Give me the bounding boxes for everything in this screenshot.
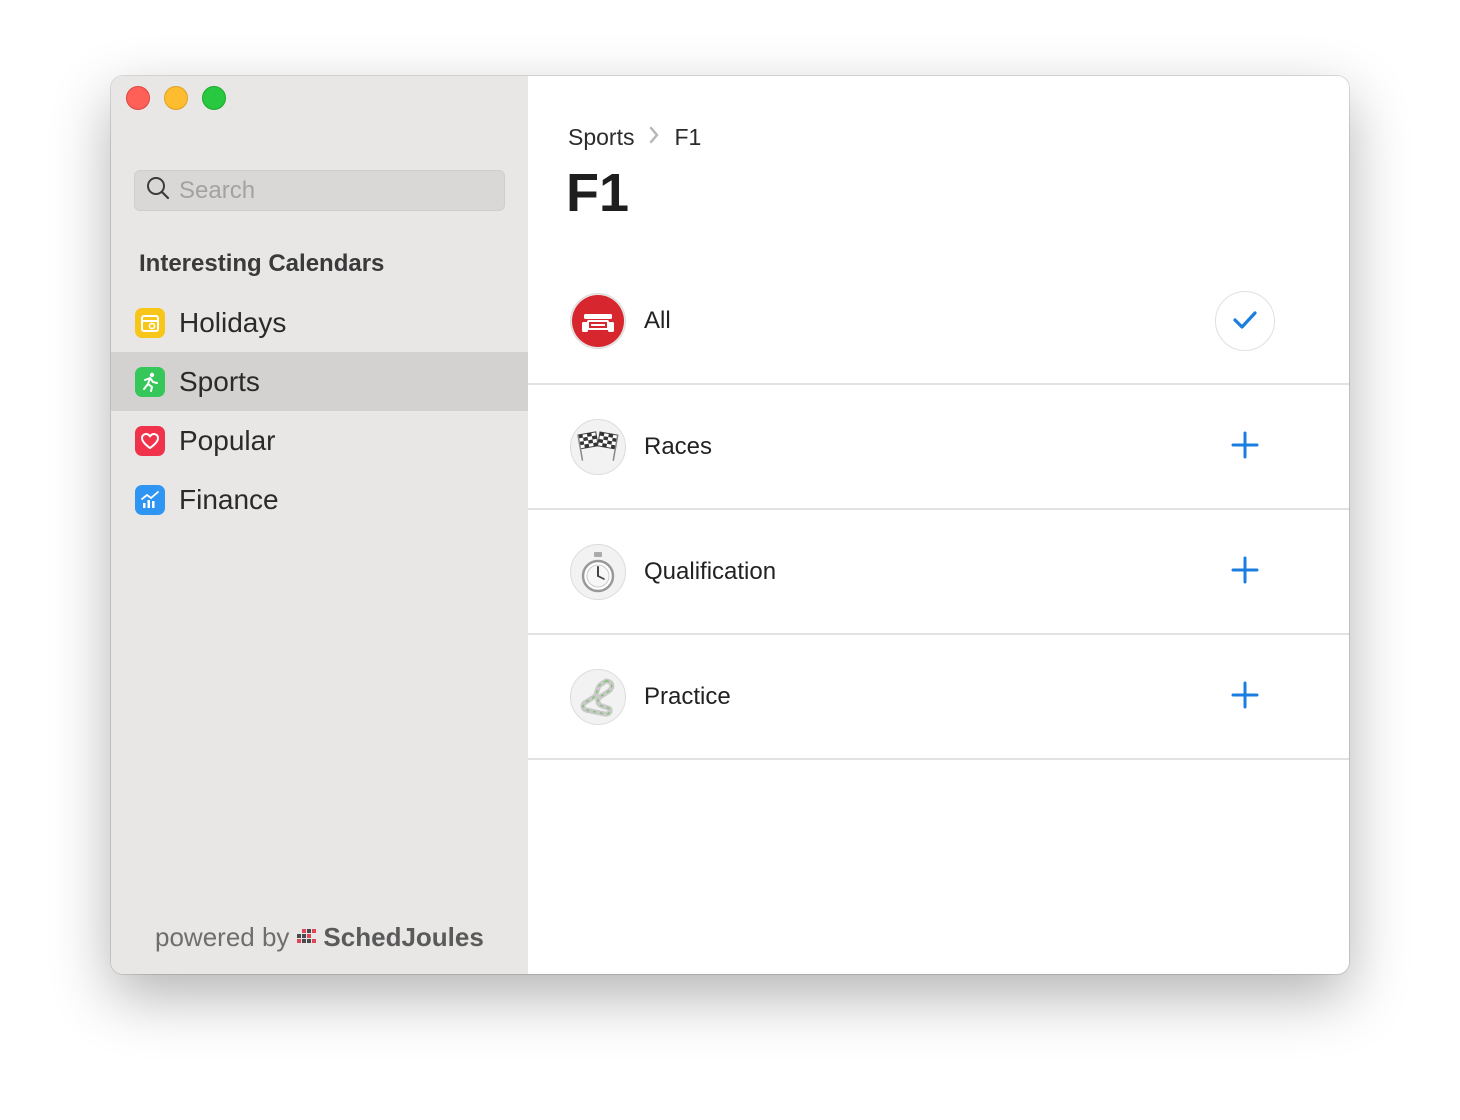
powered-by-footer: powered by SchedJoules	[155, 922, 484, 953]
checkered-flags-icon	[570, 418, 626, 475]
calendar-row-label: All	[644, 307, 671, 334]
add-calendar-button[interactable]	[1215, 542, 1275, 602]
schedjoules-logo-icon	[295, 922, 317, 953]
popular-icon	[135, 425, 165, 456]
brand-name: SchedJoules	[323, 922, 484, 952]
plus-icon	[1230, 555, 1260, 588]
calendar-row-practice[interactable]: Practice	[528, 635, 1349, 760]
calendar-row-all[interactable]: All	[528, 259, 1349, 385]
holidays-icon	[135, 307, 165, 338]
breadcrumb-parent[interactable]: Sports	[568, 124, 634, 151]
minimize-window-button[interactable]	[164, 86, 188, 110]
main-content: Sports F1 F1 All Races Qualification Pra…	[528, 76, 1349, 974]
calendar-row-label: Races	[644, 432, 713, 460]
race-track-icon	[570, 668, 626, 725]
sidebar-item-popular[interactable]: Popular	[111, 411, 528, 470]
calendar-list: All Races Qualification Practice	[528, 259, 1349, 760]
calendar-row-label: Practice	[644, 682, 731, 710]
sports-icon	[135, 366, 165, 397]
add-calendar-button[interactable]	[1215, 417, 1275, 477]
search-icon	[145, 175, 171, 206]
plus-icon	[1230, 430, 1260, 463]
breadcrumb-current: F1	[674, 124, 702, 150]
sidebar-item-label: Popular	[179, 424, 276, 456]
section-header: Interesting Calendars	[139, 250, 385, 277]
sidebar-item-finance[interactable]: Finance	[111, 470, 528, 529]
calendar-row-qualification[interactable]: Qualification	[528, 510, 1349, 635]
finance-icon	[135, 484, 165, 515]
check-icon	[1232, 309, 1258, 334]
search-field[interactable]	[134, 170, 505, 211]
sidebar-item-sports[interactable]: Sports	[111, 352, 528, 411]
sidebar-item-holidays[interactable]: Holidays	[111, 293, 528, 352]
stopwatch-icon	[570, 543, 626, 600]
chevron-right-icon	[648, 124, 660, 151]
sidebar: Interesting Calendars Holidays	[111, 76, 528, 974]
app-window: Interesting Calendars Holidays	[111, 76, 1349, 974]
sidebar-item-label: Sports	[179, 365, 260, 397]
plus-icon	[1230, 680, 1260, 713]
sidebar-nav: Holidays Sports Popular Finance	[111, 293, 528, 529]
close-window-button[interactable]	[126, 86, 150, 110]
sidebar-item-label: Holidays	[179, 306, 287, 338]
subscribed-toggle-button[interactable]	[1215, 291, 1275, 351]
sidebar-item-label: Finance	[179, 483, 279, 515]
calendar-row-races[interactable]: Races	[528, 385, 1349, 510]
f1-car-icon	[570, 293, 626, 349]
search-input[interactable]	[179, 176, 499, 205]
breadcrumb: Sports F1	[568, 124, 701, 151]
powered-by-text: powered by	[155, 922, 290, 952]
window-controls	[126, 86, 226, 110]
calendar-row-label: Qualification	[644, 557, 777, 585]
zoom-window-button[interactable]	[202, 86, 226, 110]
add-calendar-button[interactable]	[1215, 667, 1275, 727]
page-title: F1	[566, 163, 630, 223]
